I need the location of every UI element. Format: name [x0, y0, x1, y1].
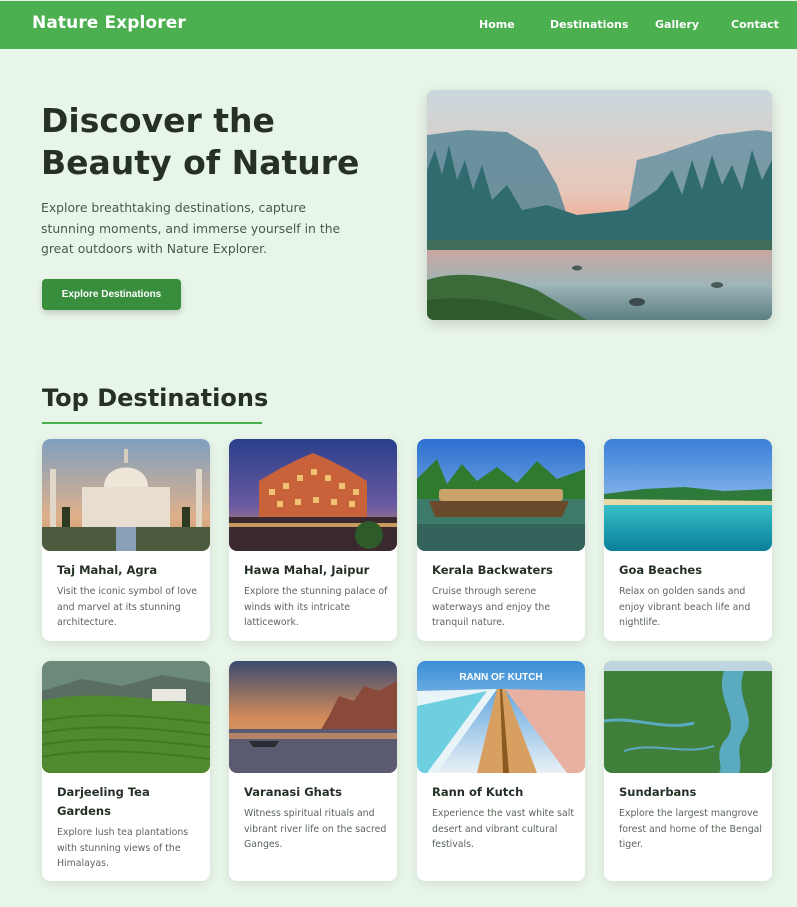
card-description: Experience the vast white salt desert an… [432, 808, 575, 850]
card-description: Explore the largest mangrove forest and … [619, 808, 762, 850]
card-image [229, 439, 397, 551]
card-title: Rann of Kutch [432, 785, 524, 799]
card-title: Sundarbans [619, 785, 697, 799]
card-description: Visit the iconic symbol of love and marv… [57, 586, 198, 628]
explore-destinations-button[interactable]: Explore Destinations [42, 279, 181, 310]
card-image [42, 661, 210, 773]
destination-card-goa-beaches[interactable]: Goa Beaches Relax on golden sands and en… [604, 439, 772, 641]
destination-card-kerala-backwaters[interactable]: Kerala Backwaters Cruise through serene … [417, 439, 585, 641]
card-image [42, 439, 210, 551]
card-title: Darjeeling Tea Gardens [57, 785, 150, 818]
section-underline [42, 422, 262, 424]
nav-link-destinations[interactable]: Destinations [550, 18, 628, 31]
destination-card-varanasi[interactable]: Varanasi Ghats Witness spiritual rituals… [229, 661, 397, 881]
card-image [604, 439, 772, 551]
hero-description: Explore breathtaking destinations, captu… [41, 200, 341, 256]
destination-card-darjeeling[interactable]: Darjeeling Tea Gardens Explore lush tea … [42, 661, 210, 881]
card-title: Hawa Mahal, Jaipur [244, 563, 370, 577]
nav-link-contact[interactable]: Contact [731, 18, 779, 31]
nav-link-home[interactable]: Home [479, 18, 515, 31]
card-description: Relax on golden sands and enjoy vibrant … [619, 586, 751, 628]
top-navbar: Nature Explorer Home Destinations Galler… [0, 1, 797, 49]
card-description: Explore lush tea plantations with stunni… [57, 827, 189, 869]
image-caption: RANN OF KUTCH [459, 672, 543, 683]
card-title: Kerala Backwaters [432, 563, 553, 577]
card-description: Witness spiritual rituals and vibrant ri… [244, 808, 387, 850]
card-image [604, 661, 772, 773]
section-title: Top Destinations [42, 384, 269, 412]
card-image [417, 439, 585, 551]
destination-card-taj-mahal[interactable]: Taj Mahal, Agra Visit the iconic symbol … [42, 439, 210, 641]
nav-link-gallery[interactable]: Gallery [655, 18, 699, 31]
card-description: Cruise through serene waterways and enjo… [432, 586, 551, 628]
card-title: Varanasi Ghats [244, 785, 342, 799]
card-image [229, 661, 397, 773]
brand-logo[interactable]: Nature Explorer [32, 13, 186, 33]
hero-image [427, 90, 772, 320]
destination-card-sundarbans[interactable]: Sundarbans Explore the largest mangrove … [604, 661, 772, 881]
destination-card-hawa-mahal[interactable]: Hawa Mahal, Jaipur Explore the stunning … [229, 439, 397, 641]
card-image: RANN OF KUTCH [417, 661, 585, 773]
card-title: Taj Mahal, Agra [57, 563, 158, 577]
hero-title: Discover the Beauty of Nature [41, 101, 360, 182]
destination-card-rann-of-kutch[interactable]: RANN OF KUTCH Rann of Kutch Experience t… [417, 661, 585, 881]
card-title: Goa Beaches [619, 563, 703, 577]
card-description: Explore the stunning palace of winds wit… [244, 586, 388, 628]
